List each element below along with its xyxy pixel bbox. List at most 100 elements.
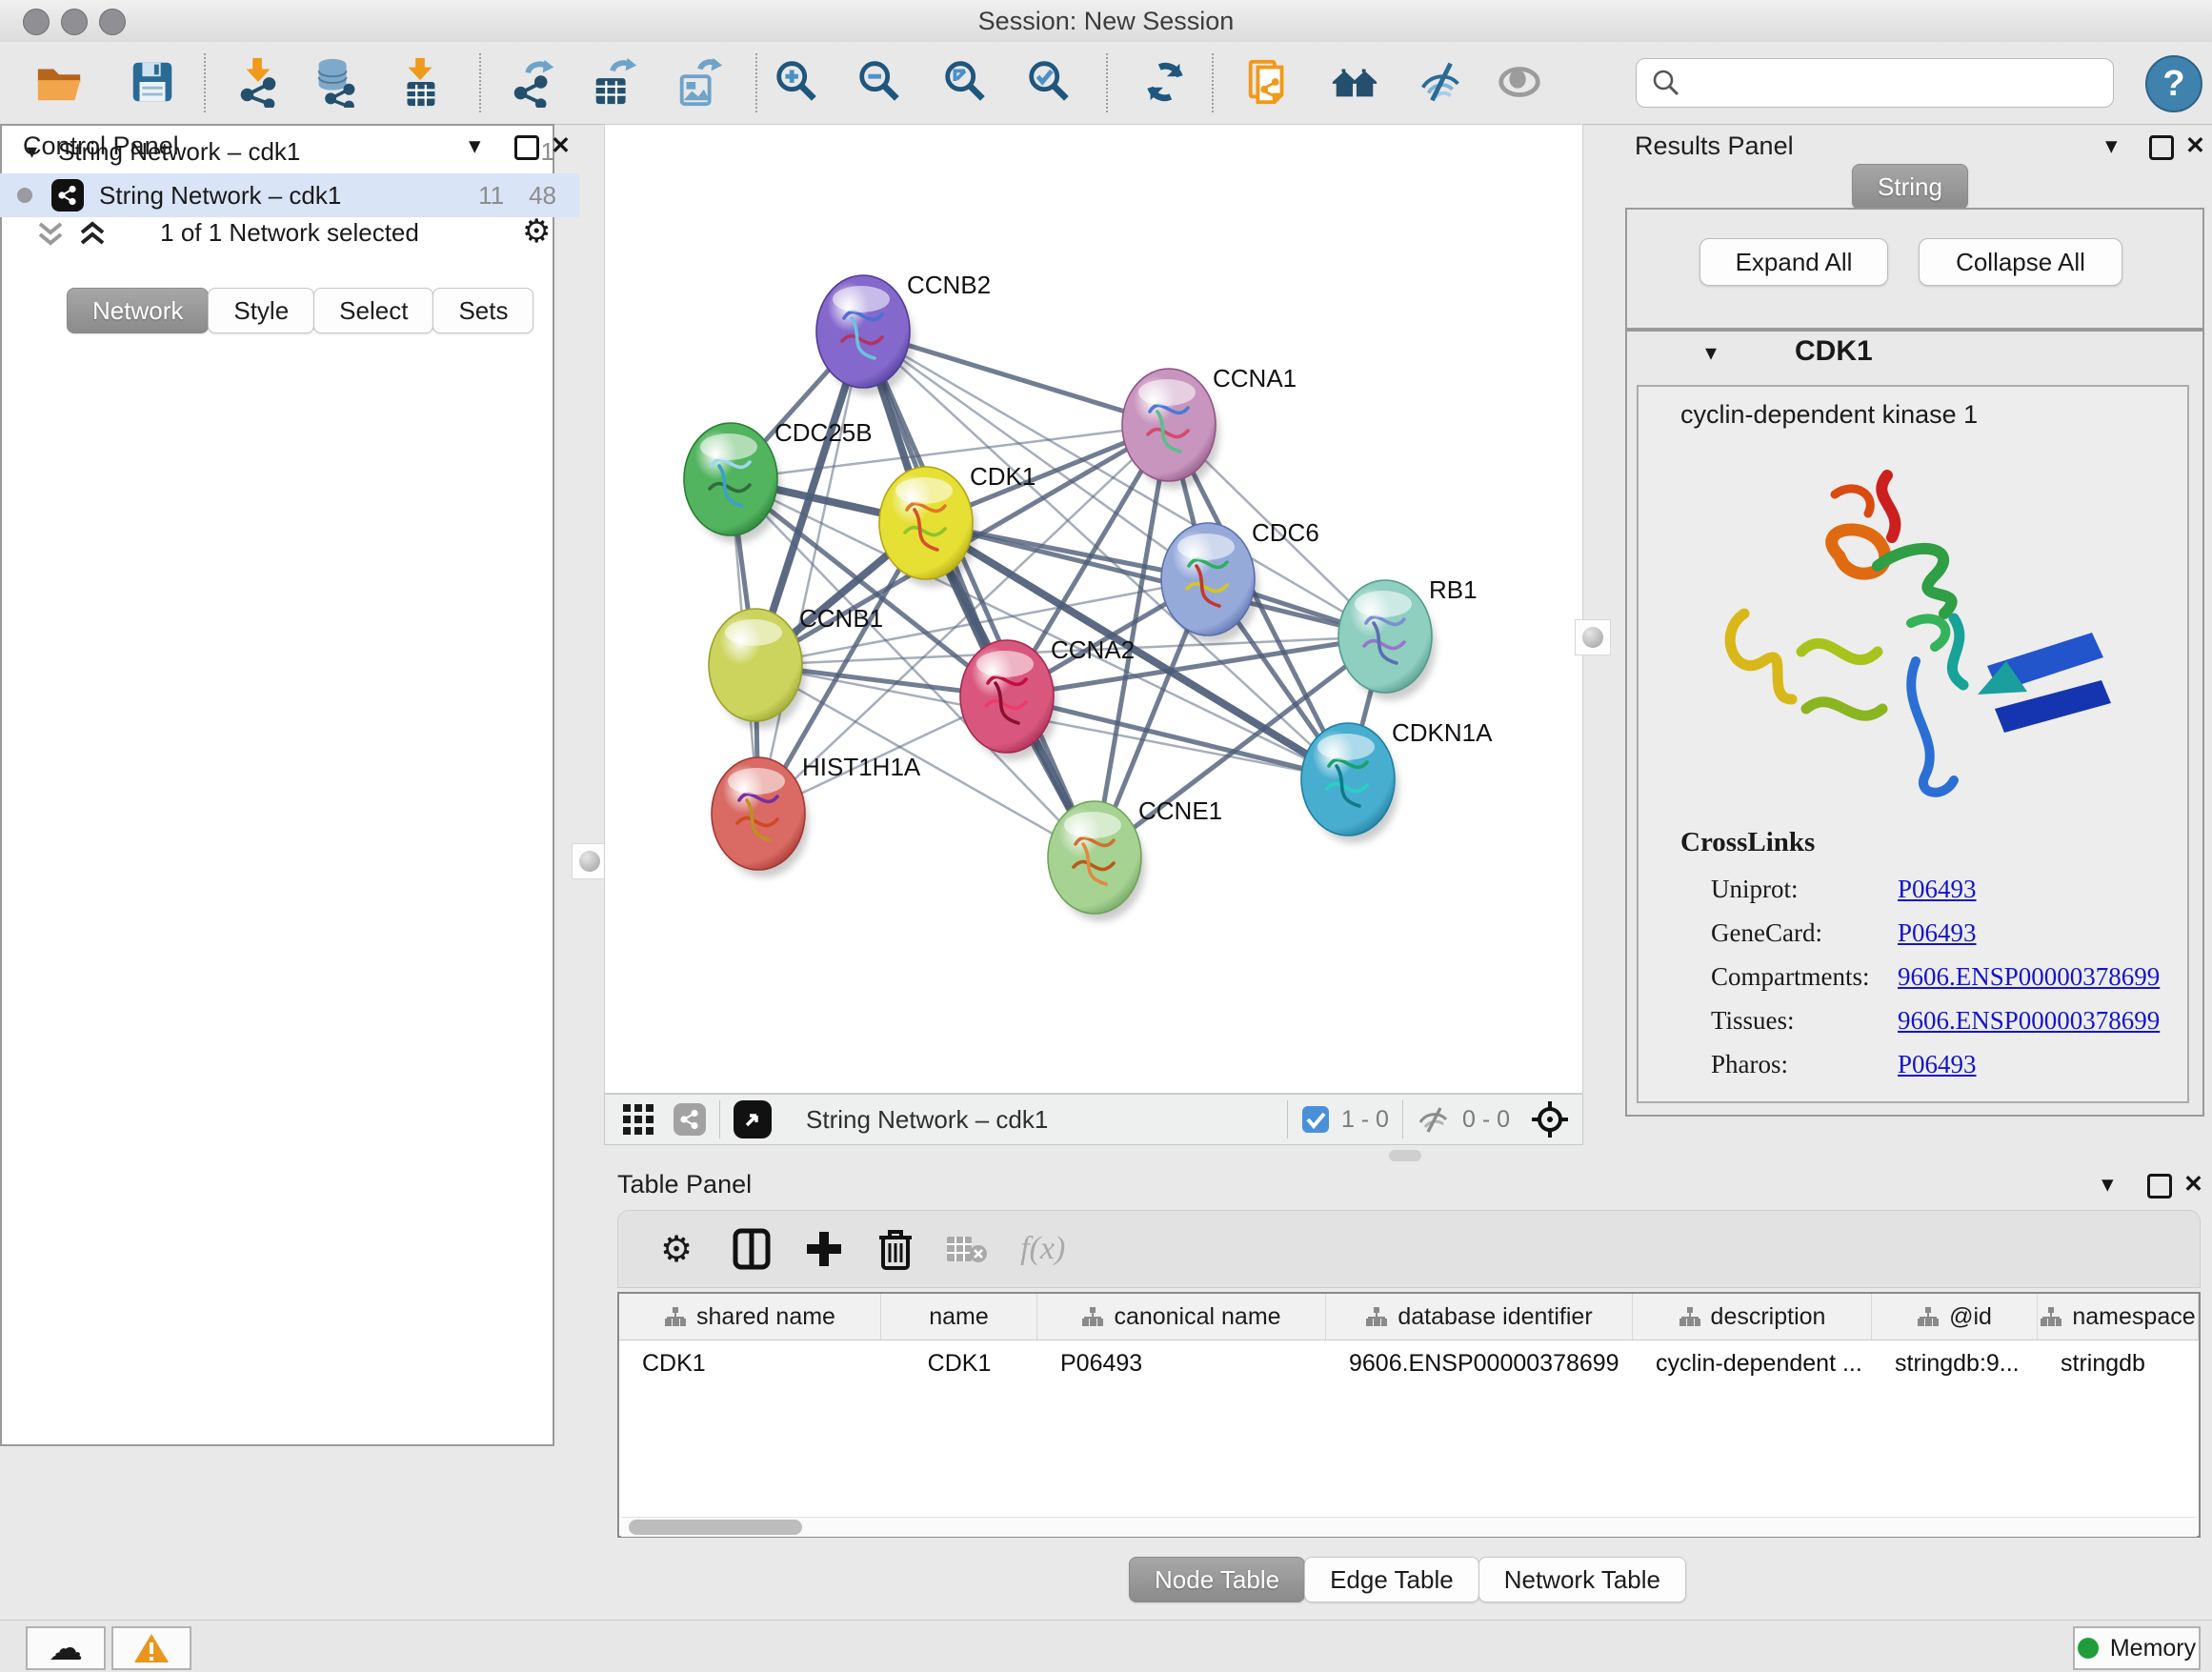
- show-columns-icon[interactable]: [733, 1228, 771, 1270]
- table-panel-float-button[interactable]: [2147, 1174, 2172, 1199]
- table-settings-gear-icon[interactable]: ⚙: [660, 1228, 693, 1270]
- tab-sets[interactable]: Sets: [432, 288, 533, 333]
- delete-table-icon[interactable]: [946, 1233, 988, 1265]
- export-network-button[interactable]: [506, 54, 561, 110]
- results-panel-float-button[interactable]: [2149, 135, 2174, 160]
- table-cell[interactable]: 9606.ENSP00000378699: [1326, 1350, 1633, 1378]
- horizontal-splitter-handle[interactable]: [1389, 1150, 1421, 1161]
- toolbar-search[interactable]: [1636, 58, 2114, 108]
- network-node-label: CCNA2: [1051, 635, 1135, 664]
- results-panel-menu-button[interactable]: ▾: [2105, 131, 2118, 160]
- help-button[interactable]: ?: [2145, 55, 2202, 112]
- crosslink-value-link[interactable]: P06493: [1898, 918, 1977, 948]
- save-session-button[interactable]: [125, 54, 180, 110]
- zoom-in-button[interactable]: [770, 54, 825, 110]
- network-row[interactable]: String Network – cdk1 11 48: [0, 173, 579, 217]
- column-header-namespace[interactable]: namespace: [2038, 1294, 2199, 1340]
- crosslink-value-link[interactable]: 9606.ENSP00000378699: [1898, 1006, 2160, 1036]
- network-node-CCNA2[interactable]: [960, 640, 1057, 760]
- column-header-name[interactable]: name: [881, 1294, 1037, 1340]
- column-header-shared-name[interactable]: shared name: [619, 1294, 881, 1340]
- tab-select[interactable]: Select: [313, 288, 433, 333]
- import-network-file-button[interactable]: [231, 54, 286, 110]
- table-horizontal-scrollbar[interactable]: [621, 1517, 2197, 1537]
- network-canvas[interactable]: CCNB2CCNA1CDC25BCDK1CDC6RB1CCNB1CCNA2CDK…: [604, 124, 1583, 1094]
- create-column-plus-icon[interactable]: [805, 1230, 843, 1268]
- column-header-database-identifier[interactable]: database identifier: [1326, 1294, 1633, 1340]
- column-header-id[interactable]: @id: [1872, 1294, 2038, 1340]
- crosslink-label: Uniprot:: [1711, 875, 1898, 904]
- results-panel-close-button[interactable]: ✕: [2185, 131, 2205, 160]
- column-header-canonical-name[interactable]: canonical name: [1037, 1294, 1326, 1340]
- function-builder-icon[interactable]: f(x): [1020, 1231, 1065, 1267]
- network-current-dot-icon: [17, 188, 32, 203]
- network-edge-count: 48: [529, 181, 556, 211]
- delete-column-trash-icon[interactable]: [877, 1228, 914, 1270]
- zoom-selected-button[interactable]: [1022, 54, 1077, 110]
- memory-button[interactable]: Memory: [2073, 1626, 2201, 1670]
- crosslink-value-link[interactable]: 9606.ENSP00000378699: [1898, 962, 2160, 992]
- copy-document-button[interactable]: [1241, 54, 1297, 110]
- tab-string[interactable]: String: [1852, 164, 1968, 210]
- entry-collapse-icon[interactable]: ▾: [1705, 339, 1717, 367]
- table-cell[interactable]: CDK1: [881, 1350, 1037, 1378]
- scrollbar-thumb[interactable]: [629, 1520, 802, 1535]
- apply-layout-button[interactable]: [1137, 54, 1193, 110]
- network-node-CCNB2[interactable]: [816, 275, 914, 395]
- network-node-HIST1H1A[interactable]: [712, 757, 809, 877]
- network-node-CDC6[interactable]: [1161, 523, 1258, 643]
- string-network-graph[interactable]: CCNB2CCNA1CDC25BCDK1CDC6RB1CCNB1CCNA2CDK…: [605, 125, 1582, 1093]
- save-floppy-icon: [127, 56, 178, 108]
- tab-network-table[interactable]: Network Table: [1478, 1557, 1686, 1602]
- table-cell[interactable]: stringdb: [2038, 1350, 2199, 1378]
- string-view-icon[interactable]: [674, 1103, 706, 1136]
- table-cell[interactable]: P06493: [1037, 1350, 1326, 1378]
- warnings-button[interactable]: [111, 1626, 191, 1670]
- expand-all-button[interactable]: Expand All: [1699, 238, 1888, 286]
- table-panel-close-button[interactable]: ✕: [2183, 1170, 2203, 1199]
- export-table-button[interactable]: [587, 54, 642, 110]
- hide-selected-button[interactable]: [1414, 54, 1469, 110]
- network-node-RB1[interactable]: [1338, 580, 1436, 700]
- collapse-all-button[interactable]: Collapse All: [1919, 238, 2122, 286]
- network-node-CDK1[interactable]: [879, 467, 976, 587]
- birdseye-view-icon[interactable]: [734, 1100, 772, 1138]
- crosslink-value-link[interactable]: P06493: [1898, 875, 1977, 904]
- network-node-CCNA1[interactable]: [1122, 369, 1219, 489]
- column-header-description[interactable]: description: [1633, 1294, 1872, 1340]
- tab-edge-table[interactable]: Edge Table: [1304, 1557, 1479, 1602]
- column-header-label: namespace: [2072, 1303, 2195, 1331]
- right-splitter-handle[interactable]: [1575, 619, 1611, 655]
- tab-node-table[interactable]: Node Table: [1129, 1557, 1305, 1602]
- network-node-CCNB1[interactable]: [709, 609, 806, 729]
- table-cell[interactable]: cyclin-dependent ...: [1633, 1350, 1872, 1378]
- zoom-fit-button[interactable]: [938, 54, 994, 110]
- toolbar-search-input[interactable]: [1692, 69, 2113, 97]
- hidden-eye-slash-icon[interactable]: [1417, 1105, 1451, 1134]
- network-collection-row[interactable]: ▾ String Network – cdk1 1: [0, 130, 579, 173]
- export-image-button[interactable]: [673, 54, 728, 110]
- table-cell[interactable]: CDK1: [619, 1350, 881, 1378]
- selected-checkbox-icon[interactable]: [1301, 1105, 1330, 1134]
- tab-network[interactable]: Network: [67, 288, 209, 333]
- table-panel-menu-button[interactable]: ▾: [2101, 1170, 2114, 1199]
- collection-count: 1: [541, 137, 554, 167]
- grid-view-icon[interactable]: [622, 1103, 654, 1136]
- show-hidden-button[interactable]: [1492, 54, 1547, 110]
- table-cell[interactable]: stringdb:9...: [1872, 1350, 2038, 1378]
- network-options-gear-icon[interactable]: ⚙: [522, 212, 551, 251]
- import-network-database-button[interactable]: [307, 54, 362, 110]
- tab-style[interactable]: Style: [208, 288, 314, 333]
- network-node-CCNE1[interactable]: [1048, 801, 1145, 921]
- crosslink-value-link[interactable]: P06493: [1898, 1050, 1977, 1079]
- fit-selected-crosshair-icon[interactable]: [1531, 1100, 1569, 1138]
- open-session-button[interactable]: [31, 54, 87, 110]
- cloud-button[interactable]: ☁: [26, 1626, 106, 1670]
- network-node-CDKN1A[interactable]: [1301, 723, 1398, 843]
- houses-button[interactable]: [1327, 54, 1382, 110]
- zoom-out-button[interactable]: [853, 54, 908, 110]
- import-table-button[interactable]: [392, 54, 448, 110]
- table-row[interactable]: CDK1CDK1P064939606.ENSP00000378699cyclin…: [619, 1340, 2199, 1386]
- left-splitter-handle[interactable]: [572, 843, 608, 879]
- collection-expand-icon[interactable]: ▾: [27, 139, 37, 164]
